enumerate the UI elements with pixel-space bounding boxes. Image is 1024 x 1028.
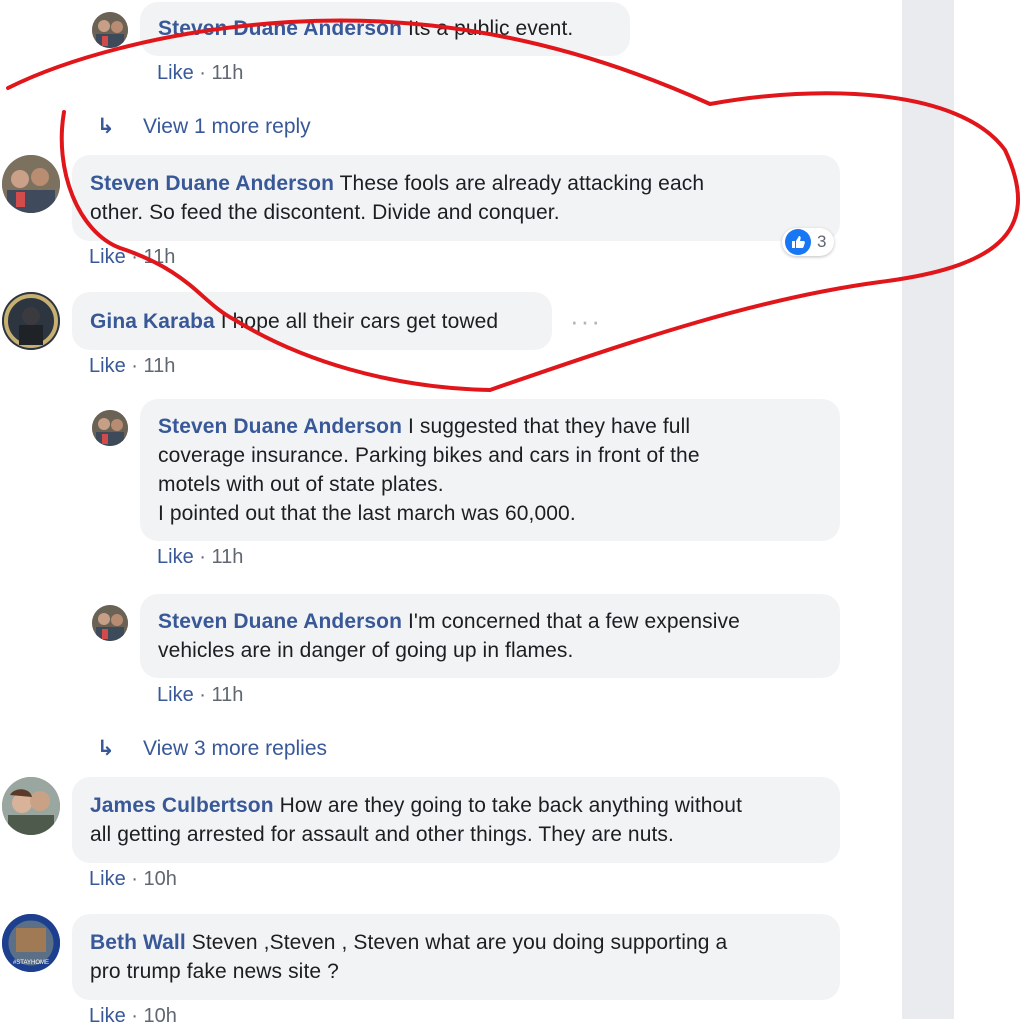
- meta-separator: ·: [199, 546, 206, 568]
- meta-separator: ·: [131, 1005, 138, 1027]
- comment-meta: Like · 10h: [89, 867, 177, 891]
- comment-text-line: I suggested that they have full: [407, 415, 691, 438]
- comment-meta: Like · 11h: [157, 545, 243, 569]
- comment-author[interactable]: Steven Duane Anderson: [90, 172, 334, 195]
- like-link[interactable]: Like: [157, 546, 194, 568]
- comment-text-line: I pointed out that the last march was 60…: [158, 502, 576, 525]
- comment-time[interactable]: 11h: [212, 62, 244, 84]
- view-more-replies-link[interactable]: ↳ View 3 more replies: [97, 737, 327, 761]
- more-options-icon[interactable]: ···: [570, 306, 602, 337]
- avatar-photo: #STAYHOME: [2, 914, 60, 972]
- comment-meta: Like · 11h: [89, 245, 175, 269]
- comment-time[interactable]: 10h: [144, 868, 177, 890]
- view-more-replies-link[interactable]: ↳ View 1 more reply: [97, 115, 311, 139]
- avatar[interactable]: #STAYHOME: [2, 914, 60, 972]
- like-link[interactable]: Like: [157, 62, 194, 84]
- avatar[interactable]: [2, 155, 60, 213]
- comment-author[interactable]: James Culbertson: [90, 794, 274, 817]
- meta-separator: ·: [131, 246, 138, 268]
- comment-time[interactable]: 10h: [144, 1005, 177, 1027]
- comment-author[interactable]: Gina Karaba: [90, 310, 215, 333]
- comment-meta: Like · 11h: [89, 354, 175, 378]
- comment-text-line: I'm concerned that a few expensive: [407, 610, 740, 633]
- comment-text-line: pro trump fake news site ?: [90, 960, 339, 983]
- meta-separator: ·: [199, 684, 206, 706]
- reaction-count: 3: [817, 232, 827, 251]
- comment-text: Its a public event.: [407, 17, 574, 40]
- meta-separator: ·: [131, 868, 138, 890]
- comment-author[interactable]: Beth Wall: [90, 931, 186, 954]
- scrollbar-track[interactable]: [902, 0, 954, 1019]
- view-more-replies-label: View 1 more reply: [143, 115, 311, 138]
- meta-separator: ·: [199, 62, 206, 84]
- like-link[interactable]: Like: [89, 1005, 126, 1027]
- comment-time[interactable]: 11h: [212, 546, 244, 568]
- avatar-photo: [2, 155, 60, 213]
- view-more-replies-label: View 3 more replies: [143, 737, 328, 760]
- reply-arrow-icon: ↳: [97, 115, 115, 138]
- comment-text-line: These fools are already attacking each: [339, 172, 705, 195]
- comment-time[interactable]: 11h: [212, 684, 244, 706]
- avatar-photo: [2, 292, 60, 350]
- comment-bubble: Gina Karaba I hope all their cars get to…: [72, 292, 552, 350]
- comment-bubble: Steven Duane Anderson I'm concerned that…: [140, 594, 840, 678]
- avatar-photo: [92, 605, 128, 641]
- comment-time[interactable]: 11h: [144, 246, 176, 268]
- comment-meta: Like · 11h: [157, 61, 243, 85]
- like-link[interactable]: Like: [89, 868, 126, 890]
- comment-text-line: all getting arrested for assault and oth…: [90, 823, 674, 846]
- comment-text-line: Steven ,Steven , Steven what are you doi…: [191, 931, 728, 954]
- comment-author[interactable]: Steven Duane Anderson: [158, 610, 402, 633]
- avatar[interactable]: [2, 777, 60, 835]
- reaction-summary[interactable]: 3: [782, 228, 835, 256]
- avatar-photo: [92, 12, 128, 48]
- comment-text-line: coverage insurance. Parking bikes and ca…: [158, 444, 700, 467]
- avatar-photo: [92, 410, 128, 446]
- svg-text:#STAYHOME: #STAYHOME: [13, 960, 49, 966]
- comment-text-line: other. So feed the discontent. Divide an…: [90, 201, 560, 224]
- avatar[interactable]: [92, 12, 128, 48]
- comment-bubble: Steven Duane Anderson Its a public event…: [140, 2, 630, 56]
- like-link[interactable]: Like: [89, 355, 126, 377]
- comment-bubble: Steven Duane Anderson These fools are al…: [72, 155, 840, 241]
- comment-author[interactable]: Steven Duane Anderson: [158, 415, 402, 438]
- like-link[interactable]: Like: [157, 684, 194, 706]
- thumbs-up-icon: [785, 229, 811, 255]
- avatar-photo: [2, 777, 60, 835]
- like-link[interactable]: Like: [89, 246, 126, 268]
- comment-text-line: vehicles are in danger of going up in fl…: [158, 639, 574, 662]
- comment-meta: Like · 11h: [157, 683, 243, 707]
- comment-time[interactable]: 11h: [144, 355, 176, 377]
- avatar[interactable]: [92, 410, 128, 446]
- avatar[interactable]: [92, 605, 128, 641]
- comment-meta: Like · 10h: [89, 1004, 177, 1028]
- comment-bubble: Beth Wall Steven ,Steven , Steven what a…: [72, 914, 840, 1000]
- comment-bubble: Steven Duane Anderson I suggested that t…: [140, 399, 840, 541]
- avatar[interactable]: [2, 292, 60, 350]
- comment-text: I hope all their cars get towed: [220, 310, 499, 333]
- comment-text-line: motels with out of state plates.: [158, 473, 444, 496]
- comment-author[interactable]: Steven Duane Anderson: [158, 17, 402, 40]
- reply-arrow-icon: ↳: [97, 737, 115, 760]
- meta-separator: ·: [131, 355, 138, 377]
- comment-text-line: How are they going to take back anything…: [279, 794, 743, 817]
- comment-bubble: James Culbertson How are they going to t…: [72, 777, 840, 863]
